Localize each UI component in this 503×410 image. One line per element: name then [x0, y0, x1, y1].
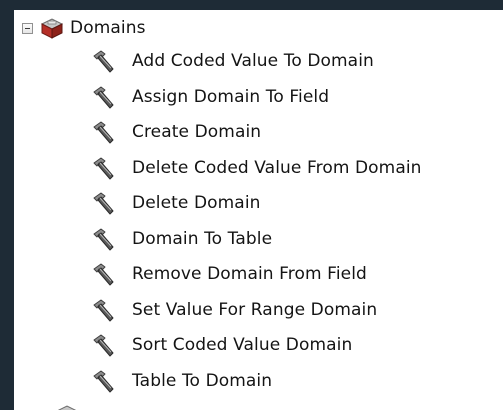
hammer-icon: [93, 370, 114, 392]
hammer-icon: [93, 121, 114, 144]
toolbox-icon: [40, 18, 64, 39]
tool-item-domain-to-table[interactable]: Domain To Table: [90, 221, 272, 257]
tool-label: Add Coded Value To Domain: [132, 51, 374, 71]
tool-item-table-to-domain[interactable]: Table To Domain: [90, 363, 272, 399]
tool-item-delete-domain[interactable]: Delete Domain: [90, 185, 261, 221]
hammer-icon: [93, 334, 114, 357]
next-toolbox-icon-partial: [54, 404, 80, 410]
tool-label: Create Domain: [132, 122, 262, 142]
tool-label: Remove Domain From Field: [132, 264, 367, 284]
tool-label: Table To Domain: [132, 370, 273, 391]
tool-item-add-coded-value-to-domain[interactable]: Add Coded Value To Domain: [90, 43, 374, 79]
hammer-icon: [93, 299, 114, 321]
tool-item-assign-domain-to-field[interactable]: Assign Domain To Field: [90, 79, 329, 115]
hammer-icon: [93, 157, 114, 179]
hammer-icon: [93, 192, 114, 215]
tool-item-delete-coded-value-from-domain[interactable]: Delete Coded Value From Domain: [90, 150, 422, 186]
hammer-icon: [93, 228, 114, 250]
tool-item-create-domain[interactable]: Create Domain: [90, 114, 261, 150]
tool-label: Domain To Table: [132, 228, 273, 249]
tool-label: Delete Coded Value From Domain: [132, 157, 422, 178]
tool-label: Sort Coded Value Domain: [132, 335, 353, 355]
window-frame: Domains Add Coded Value To Domain Assign…: [0, 0, 503, 410]
tool-item-set-value-for-range-domain[interactable]: Set Value For Range Domain: [90, 292, 377, 328]
tool-label: Set Value For Range Domain: [132, 299, 378, 320]
hammer-icon: [93, 263, 114, 286]
tool-item-sort-coded-value-domain[interactable]: Sort Coded Value Domain: [90, 327, 352, 363]
tree-node-label: Domains: [70, 18, 146, 38]
tree-node-domains[interactable]: Domains: [22, 13, 146, 43]
tool-label: Assign Domain To Field: [132, 86, 330, 107]
hammer-icon: [93, 86, 114, 108]
tool-label: Delete Domain: [132, 193, 261, 213]
toolbox-tree-panel[interactable]: Domains Add Coded Value To Domain Assign…: [14, 10, 503, 410]
hammer-icon: [93, 50, 114, 73]
tool-item-remove-domain-from-field[interactable]: Remove Domain From Field: [90, 256, 367, 292]
collapse-minus-icon[interactable]: [22, 22, 33, 34]
